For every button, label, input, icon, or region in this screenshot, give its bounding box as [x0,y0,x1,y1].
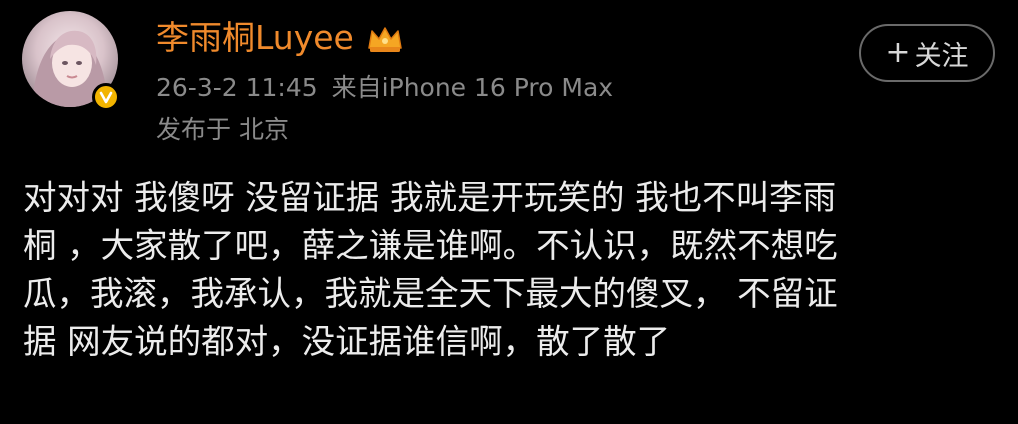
avatar[interactable] [22,11,122,111]
crown-icon [366,24,404,54]
post-location: 发布于 北京 [156,115,289,144]
post-meta: 26-3-2 11:45 来自iPhone 16 Pro Max [156,70,613,106]
post-text-line: 对对对 我傻呀 没留证据 我就是开玩笑的 我也不叫李雨 [23,178,837,217]
post-text-line: 桐 ，大家散了吧，薛之谦是谁啊。不认识，既然不想吃 [23,226,838,265]
follow-label: 关注 [914,40,969,72]
post-text-line: 据 网友说的都对，没证据谁信啊，散了散了 [23,322,671,361]
post-time: 26-3-2 11:45 [156,73,318,102]
post-content: 对对对 我傻呀 没留证据 我就是开玩笑的 我也不叫李雨 桐 ，大家散了吧，薛之谦… [23,174,998,366]
plus-icon: + [885,35,911,70]
weibo-post: 李雨桐Luyee 26-3-2 11:45 来自iPhone 16 Pro Max… [0,0,1018,424]
username[interactable]: 李雨桐Luyee [156,16,354,60]
post-source: 来自iPhone 16 Pro Max [331,73,614,102]
verified-v-icon [92,83,120,111]
post-text-line: 瓜，我滚，我承认，我就是全天下最大的傻叉， 不留证 [23,274,838,313]
follow-button[interactable]: + 关注 [859,24,995,82]
